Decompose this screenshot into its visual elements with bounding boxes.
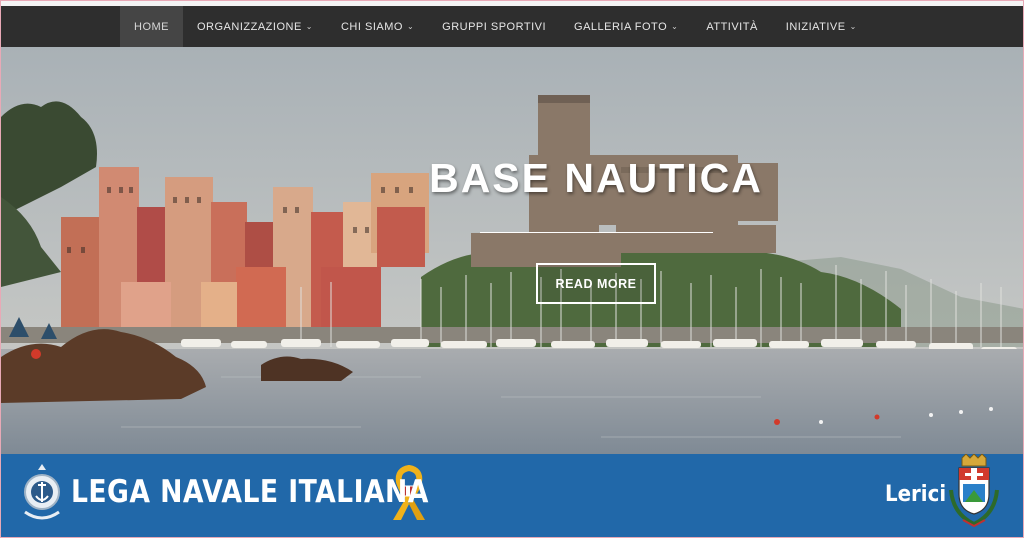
hero-divider <box>480 232 713 233</box>
nav-item-home[interactable]: HOME <box>120 6 183 47</box>
nav-item-organizzazione[interactable]: ORGANIZZAZIONE ⌄ <box>183 6 327 47</box>
nav-item-chi-siamo[interactable]: CHI SIAMO ⌄ <box>327 6 428 47</box>
hero-photo-harbor <box>1 47 1023 454</box>
nav-item-label: CHI SIAMO <box>340 20 403 33</box>
menu-bar: HOME ORGANIZZAZIONE ⌄ CHI SIAMO ⌄ GRUPPI SPOR… <box>120 6 871 47</box>
page-frame: HOME ORGANIZZAZIONE ⌄ CHI SIAMO ⌄ GRUPPI SPOR… <box>0 0 1024 538</box>
town-name: Lerici <box>885 482 947 507</box>
nav-item-iniziative[interactable]: INIZIATIVE ⌄ <box>772 6 871 47</box>
chevron-down-icon: ⌄ <box>671 22 679 31</box>
organization-name: LEGA NAVALE ITALIANA <box>71 474 429 510</box>
nav-item-label: GRUPPI SPORTIVI <box>442 20 547 33</box>
nav-item-galleria-foto[interactable]: GALLERIA FOTO ⌄ <box>560 6 692 47</box>
nav-item-label: GALLERIA FOTO <box>574 20 668 33</box>
nav-item-gruppi-sportivi[interactable]: GRUPPI SPORTIVI <box>428 6 560 47</box>
nav-item-label: INIZIATIVE <box>785 20 846 33</box>
lni-anchor-emblem-icon <box>24 464 60 520</box>
main-navigation: HOME ORGANIZZAZIONE ⌄ CHI SIAMO ⌄ GRUPPI SPOR… <box>1 6 1023 47</box>
hero-title: BASE NAUTICA <box>429 155 763 201</box>
nav-item-label: ORGANIZZAZIONE <box>197 20 302 33</box>
hero-slider: BASE NAUTICA READ MORE <box>1 47 1023 454</box>
nav-item-label: ATTIVITÀ <box>706 20 758 33</box>
chevron-down-icon: ⌄ <box>849 22 857 31</box>
chevron-down-icon: ⌄ <box>406 22 415 31</box>
read-more-button[interactable]: READ MORE <box>536 263 656 304</box>
chevron-down-icon: ⌄ <box>305 22 313 31</box>
nav-item-label: HOME <box>134 20 169 33</box>
lerici-coat-of-arms-icon <box>949 454 999 528</box>
nav-item-attivit[interactable]: ATTIVITÀ <box>692 6 771 47</box>
